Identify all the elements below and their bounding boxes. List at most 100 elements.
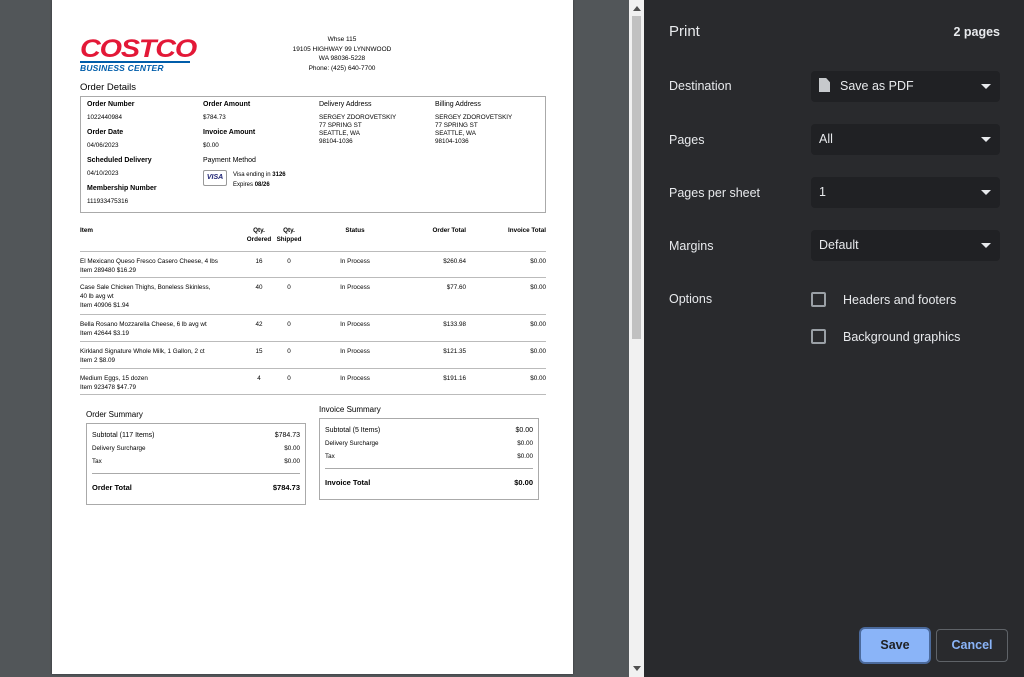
header-qty-ordered: Qty. Ordered: [246, 227, 272, 243]
warehouse-address: Whse 115 19105 HIGHWAY 99 LYNNWOOD WA 98…: [252, 35, 432, 73]
address-line: SEATTLE, WA: [319, 130, 360, 137]
header-invoice-total: Invoice Total: [507, 227, 546, 234]
chevron-down-icon: [981, 190, 991, 195]
preview-page: COSTCO BUSINESS CENTER Whse 115 19105 HI…: [52, 0, 573, 674]
membership-number: 111933475316: [87, 198, 129, 205]
order-info-column: Order Number 1022440984 Order Date 04/06…: [87, 101, 157, 213]
scroll-up-icon[interactable]: [633, 6, 641, 11]
invoice-total-row: Invoice Total $0.00: [325, 468, 533, 487]
card-expires: 08/26: [254, 182, 270, 188]
order-number: 1022440984: [87, 114, 123, 121]
payment-method-label: Payment Method: [203, 157, 256, 164]
billing-address-label: Billing Address: [435, 101, 481, 108]
header-status: Status: [345, 227, 365, 234]
invoice-amount-label: Invoice Amount: [203, 129, 256, 136]
margins-value: Default: [819, 238, 859, 252]
table-row: Bella Rosano Mozzarella Cheese, 6 lb avg…: [80, 315, 546, 342]
background-graphics-option[interactable]: Background graphics: [811, 329, 960, 344]
order-date-label: Order Date: [87, 129, 124, 136]
pages-per-sheet-value: 1: [819, 185, 826, 199]
background-graphics-checkbox[interactable]: [811, 329, 826, 344]
headers-footers-option[interactable]: Headers and footers: [811, 292, 956, 307]
header-order-total: Order Total: [432, 227, 466, 234]
summary-row: Delivery Surcharge $0.00: [325, 440, 533, 447]
address-line: SEATTLE, WA: [435, 130, 476, 137]
order-number-label: Order Number: [87, 101, 135, 108]
order-amount: $784.73: [203, 114, 226, 121]
expires-label: Expires: [233, 182, 254, 188]
table-row: Kirkland Signature Whole Milk, 1 Gallon,…: [80, 342, 546, 369]
warehouse-line: 19105 HIGHWAY 99 LYNNWOOD: [292, 45, 392, 53]
delivery-address-label: Delivery Address: [319, 101, 372, 108]
destination-value: Save as PDF: [840, 79, 914, 93]
summary-row: Tax $0.00: [325, 453, 533, 460]
order-amount-label: Order Amount: [203, 101, 251, 108]
logo-brand: COSTCO: [80, 35, 197, 63]
order-total-row: Order Total $784.73: [92, 473, 300, 492]
address-line: 98104-1036: [435, 138, 469, 145]
order-details-title: Order Details: [80, 82, 136, 93]
margins-select[interactable]: Default: [811, 230, 1000, 261]
cancel-button[interactable]: Cancel: [936, 629, 1008, 662]
page-count: 2 pages: [953, 25, 1000, 39]
summary-row: Subtotal (117 Items) $784.73: [92, 432, 300, 439]
pages-value: All: [819, 132, 833, 146]
save-button[interactable]: Save: [861, 629, 929, 662]
delivery-address-column: Delivery Address SERGEY ZDOROVETSKIY 77 …: [319, 101, 396, 146]
amount-column: Order Amount $784.73 Invoice Amount $0.0…: [203, 101, 286, 190]
visa-card-icon: VISA: [203, 170, 227, 186]
headers-footers-label: Headers and footers: [843, 292, 957, 307]
address-line: 77 SPRING ST: [435, 122, 478, 129]
options-label: Options: [669, 292, 713, 306]
print-title: Print: [669, 23, 700, 40]
print-preview-area: COSTCO BUSINESS CENTER Whse 115 19105 HI…: [0, 0, 629, 677]
pages-per-sheet-select[interactable]: 1: [811, 177, 1000, 208]
address-line: 98104-1036: [319, 138, 353, 145]
scheduled-delivery-label: Scheduled Delivery: [87, 157, 152, 164]
print-settings-panel: Print 2 pages Destination Save as PDF Pa…: [644, 0, 1024, 677]
membership-label: Membership Number: [87, 185, 157, 192]
destination-select[interactable]: Save as PDF: [811, 71, 1000, 102]
items-table-header: Item Qty. Ordered Qty. Shipped Status Or…: [80, 222, 546, 252]
pages-select[interactable]: All: [811, 124, 1000, 155]
preview-scrollbar[interactable]: [629, 0, 644, 677]
order-details-box: Order Number 1022440984 Order Date 04/06…: [80, 96, 546, 213]
warehouse-line: Phone: (425) 640-7700: [308, 64, 376, 72]
items-table: Item Qty. Ordered Qty. Shipped Status Or…: [80, 222, 546, 395]
address-line: 77 SPRING ST: [319, 122, 362, 129]
warehouse-line: Whse 115: [327, 36, 357, 43]
pages-per-sheet-label: Pages per sheet: [669, 186, 761, 200]
table-row: El Mexicano Queso Fresco Casero Cheese, …: [80, 252, 546, 278]
table-row: Medium Eggs, 15 dozen Item 923478 $47.79…: [80, 369, 546, 395]
warehouse-line: WA 98036-5228: [318, 55, 366, 63]
pages-label: Pages: [669, 133, 705, 147]
chevron-down-icon: [981, 137, 991, 142]
chevron-down-icon: [981, 243, 991, 248]
headers-footers-checkbox[interactable]: [811, 292, 826, 307]
scroll-down-icon[interactable]: [633, 666, 641, 671]
invoice-amount: $0.00: [203, 142, 219, 149]
address-line: SERGEY ZDOROVETSKIY: [435, 114, 513, 121]
address-line: SERGEY ZDOROVETSKIY: [319, 114, 397, 121]
summary-row: Subtotal (5 Items) $0.00: [325, 427, 533, 434]
chevron-down-icon: [981, 84, 991, 89]
summary-row: Delivery Surcharge $0.00: [92, 445, 300, 452]
order-summary-box: Subtotal (117 Items) $784.73 Delivery Sur…: [86, 423, 306, 505]
card-ending: 3126: [272, 172, 286, 178]
invoice-summary-box: Subtotal (5 Items) $0.00 Delivery Surchar…: [319, 418, 539, 500]
scheduled-delivery: 04/10/2023: [87, 170, 119, 177]
destination-label: Destination: [669, 79, 732, 93]
file-icon: [819, 78, 830, 92]
card-ending-label: Visa ending in: [233, 172, 271, 178]
order-date: 04/06/2023: [87, 142, 119, 149]
header-qty-shipped: Qty. Shipped: [276, 227, 302, 243]
order-summary-title: Order Summary: [86, 410, 143, 419]
margins-label: Margins: [669, 239, 714, 253]
background-graphics-label: Background graphics: [843, 329, 961, 344]
payment-method: VISA Visa ending in 3126 Expires 08/26: [203, 170, 286, 190]
header-item: Item: [80, 227, 93, 234]
invoice-summary-title: Invoice Summary: [319, 405, 381, 414]
table-row: Case Sale Chicken Thighs, Boneless Skinl…: [80, 278, 546, 315]
scroll-thumb[interactable]: [632, 16, 641, 339]
costco-logo: COSTCO BUSINESS CENTER: [80, 37, 197, 73]
